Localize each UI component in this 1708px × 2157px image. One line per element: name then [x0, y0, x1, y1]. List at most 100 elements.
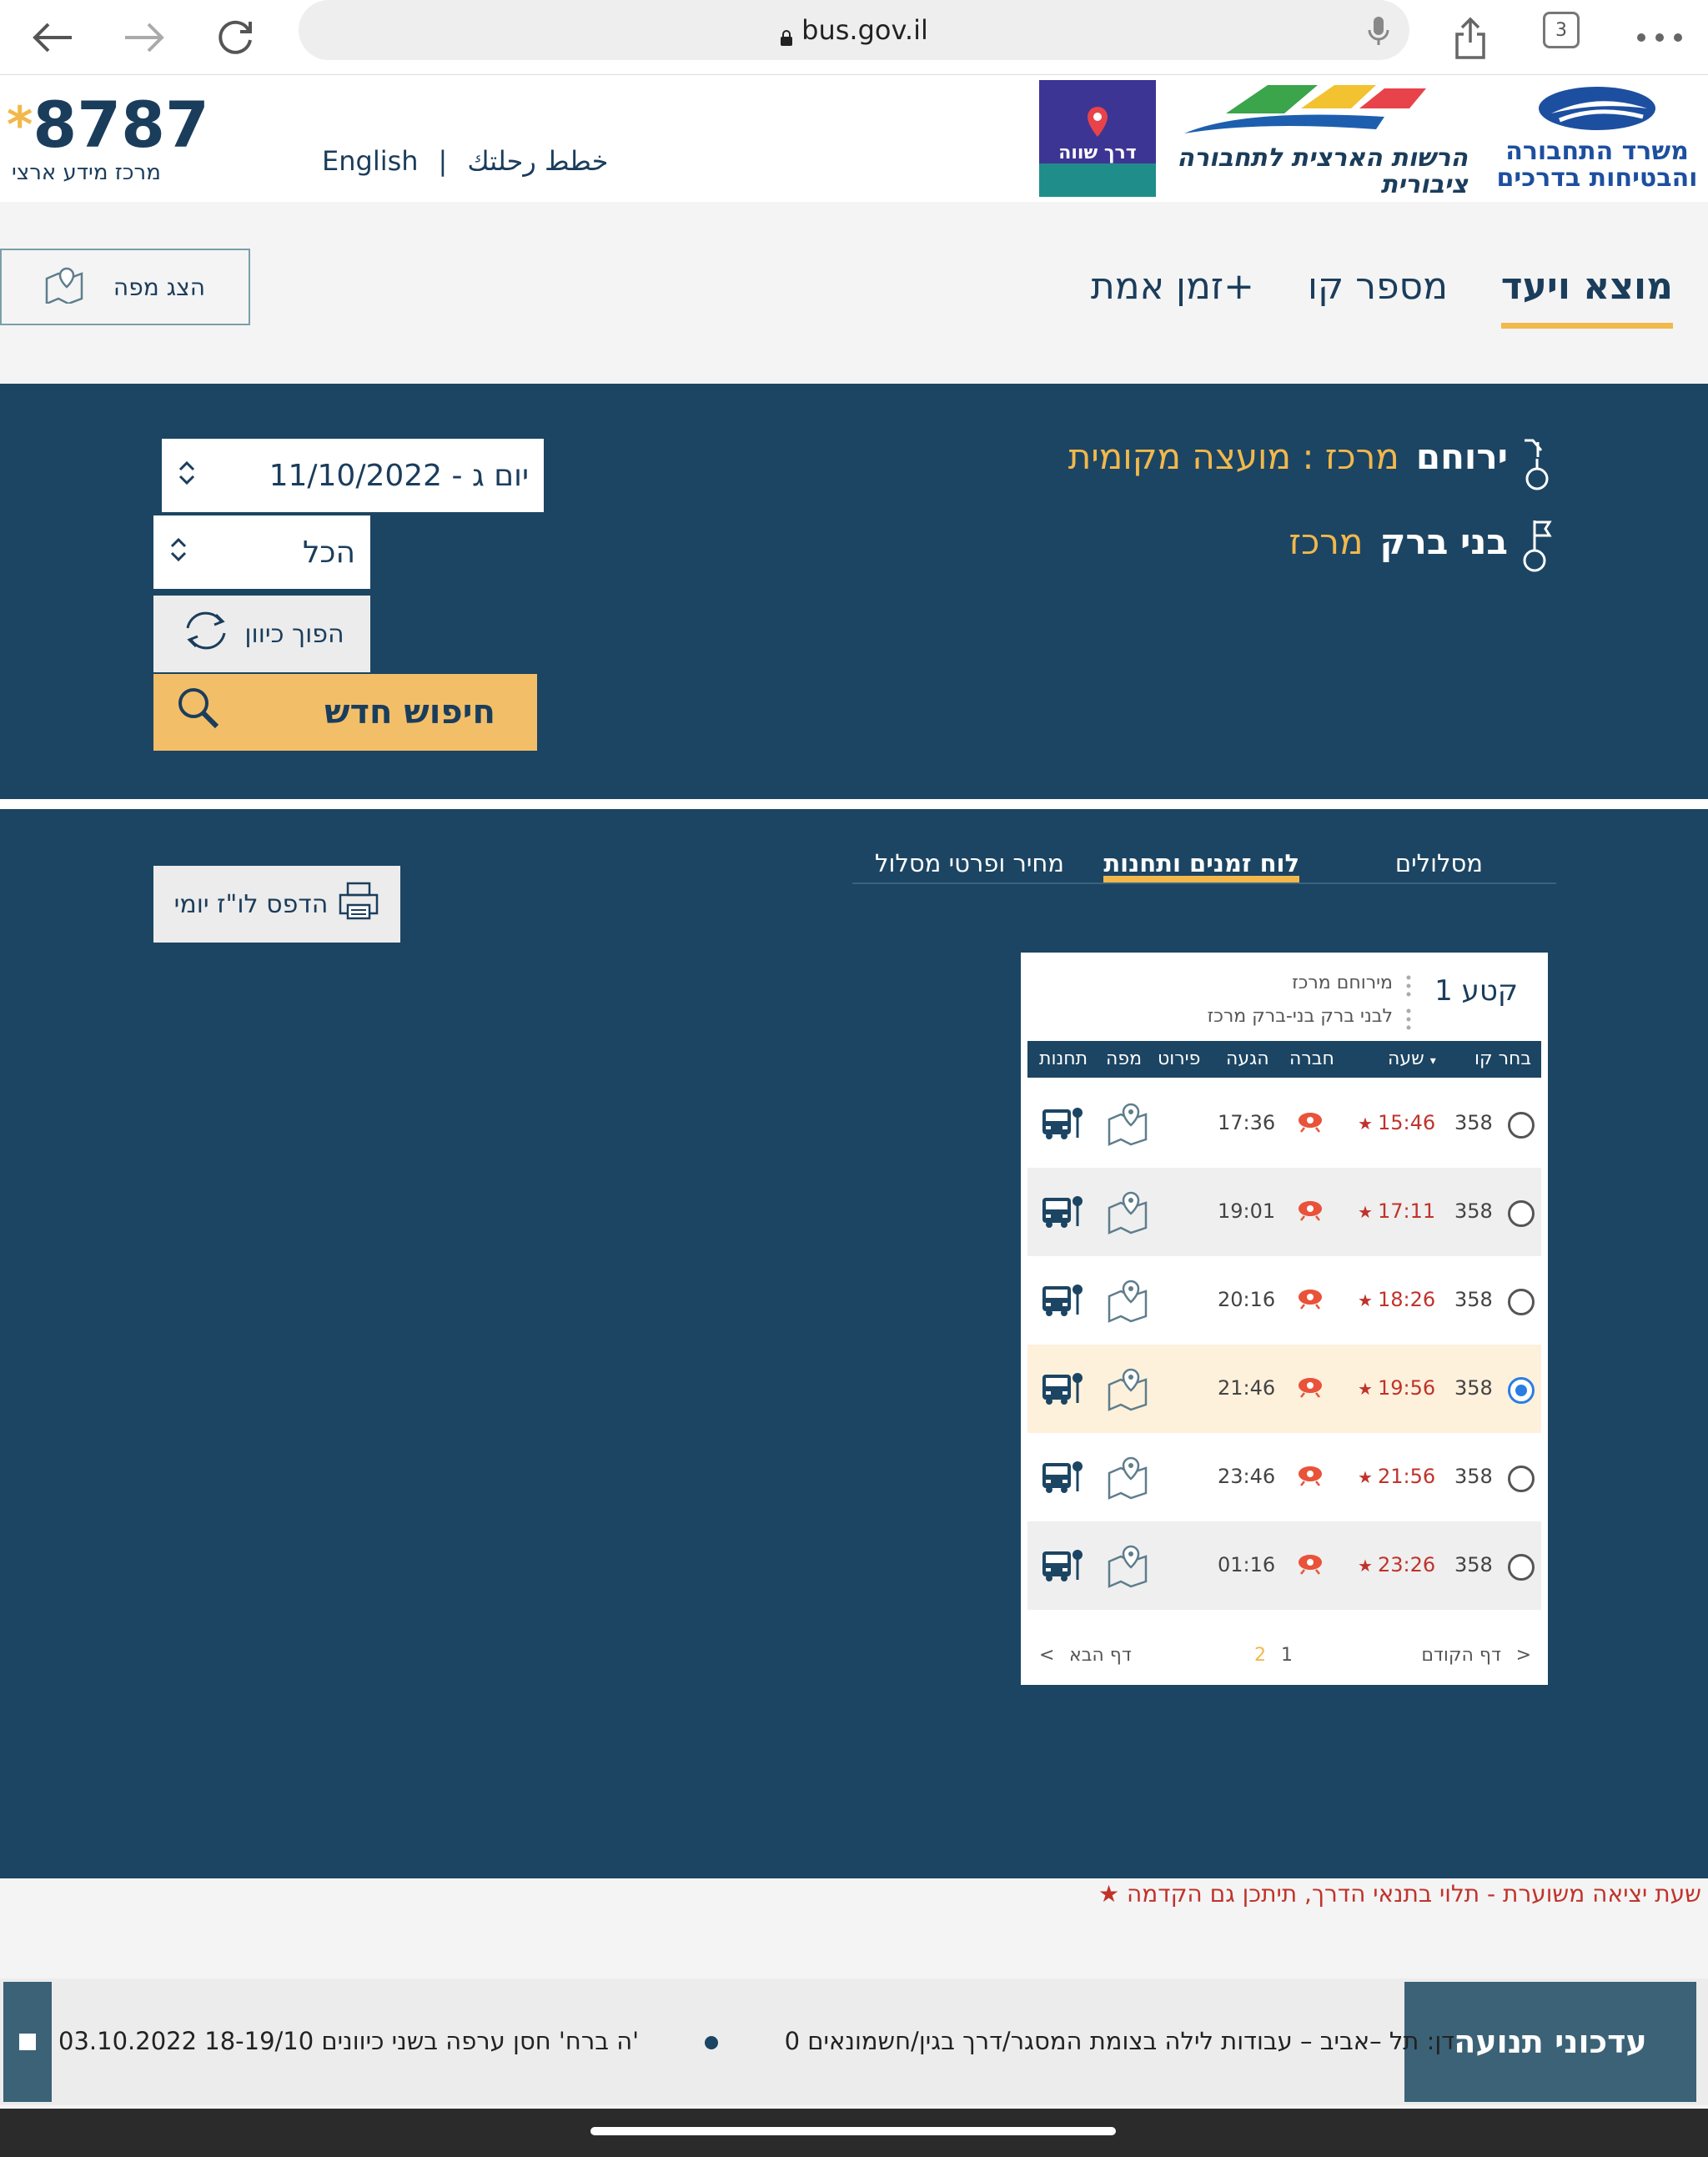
table-row[interactable]: 358 ★ 18:26 20:16 [1027, 1256, 1541, 1345]
ticker-item[interactable]: 'ה ברח' חסן ערפה בשני כיוונים 18-19/10 [204, 2027, 639, 2055]
url-field[interactable]: bus.gov.il [299, 0, 1409, 60]
estimate-star-icon: ★ [1358, 1202, 1373, 1222]
tab-price-details[interactable]: מחיר ופרטי מסלול [875, 849, 1064, 882]
table-row[interactable]: 358 ★ 21:56 23:46 [1027, 1433, 1541, 1521]
next-page-arrow[interactable]: < [1039, 1645, 1054, 1666]
arrival-time: 17:36 [1218, 1111, 1276, 1134]
map-icon[interactable] [1106, 1101, 1151, 1146]
date-value: 11/10/2022 - יום ג [269, 458, 529, 493]
page-2[interactable]: 2 [1254, 1645, 1266, 1666]
origin-row[interactable]: ירוחם מרכז : מועצה מקומית [1068, 427, 1508, 485]
nta-logo[interactable]: הרשות הארצית לתחבורה ציבורית [1176, 83, 1476, 199]
operator-logo-icon [1296, 1286, 1324, 1310]
destination-row[interactable]: בני ברק מרכז [1289, 512, 1508, 571]
hotline[interactable]: *8787 מרכז מידע ארצי [7, 93, 209, 186]
arrival-time: 21:46 [1218, 1376, 1276, 1400]
new-search-button[interactable]: חיפוש חדש [153, 674, 537, 751]
destination-flag-icon [1516, 517, 1558, 576]
bus-stops-icon[interactable] [1041, 1104, 1084, 1143]
results-panel: מסלולים לוח זמנים ותחנות מחיר ופרטי מסלו… [0, 809, 1708, 1878]
line-number: 358 [1454, 1376, 1493, 1400]
bus-stops-icon[interactable] [1041, 1193, 1084, 1231]
arrival-time: 19:01 [1218, 1199, 1276, 1223]
bus-stops-icon[interactable] [1041, 1370, 1084, 1408]
select-line-radio[interactable] [1508, 1466, 1535, 1492]
tab-timetable-stops[interactable]: לוח זמנים ותחנות [1103, 849, 1299, 882]
ministry-logo[interactable]: משרד התחבורה והבטיחות בדרכים [1493, 83, 1701, 196]
operator-logo-icon [1296, 1198, 1324, 1221]
promo-banner[interactable]: דרך שווה [1039, 80, 1156, 197]
page-1[interactable]: 1 [1281, 1645, 1293, 1666]
url-text: bus.gov.il [801, 14, 928, 46]
share-icon[interactable] [1441, 8, 1500, 67]
departure-value: 17:11 [1377, 1199, 1436, 1223]
select-line-radio[interactable] [1508, 1554, 1535, 1581]
departure-time: ★ 18:26 [1358, 1288, 1435, 1311]
legend-text: שעת יציאה משוערת - תלוי בתנאי הדרך, תיתכ… [1126, 1880, 1701, 1908]
print-daily-schedule-button[interactable]: הדפס לו"ז יומי [153, 866, 400, 943]
select-line-radio[interactable] [1508, 1377, 1535, 1404]
microphone-icon[interactable] [1368, 15, 1389, 53]
table-row[interactable]: 358 ★ 17:11 19:01 [1027, 1168, 1541, 1256]
show-map-button[interactable]: הצג מפה [0, 249, 250, 325]
more-icon[interactable] [1626, 8, 1693, 67]
traffic-updates-ticker: עדכוני תנועה 03.10.2022 דן: תל –אביב – ע… [0, 1979, 1708, 2105]
prev-page-arrow[interactable]: > [1516, 1645, 1531, 1666]
hotline-label: מרכז מידע ארצי [12, 160, 161, 185]
operator-logo-icon [1296, 1109, 1324, 1133]
tab-line-number[interactable]: מספר קו [1308, 265, 1448, 308]
departure-time: ★ 19:56 [1358, 1376, 1435, 1400]
bus-stops-icon[interactable] [1041, 1458, 1084, 1496]
date-select[interactable]: 11/10/2022 - יום ג [162, 439, 544, 512]
table-row[interactable]: 358 ★ 23:26 01:16 [1027, 1521, 1541, 1610]
estimate-star-icon: ★ [1358, 1114, 1373, 1134]
origin-icon [1516, 435, 1558, 494]
tabs-button[interactable]: 3 [1543, 12, 1580, 48]
back-arrow-icon[interactable] [23, 8, 82, 67]
printer-icon [338, 882, 379, 927]
tab-routes[interactable]: מסלולים [1395, 849, 1483, 882]
line-number: 358 [1454, 1288, 1493, 1311]
map-icon[interactable] [1106, 1543, 1151, 1588]
col-time[interactable]: שעה ▾ [1388, 1048, 1436, 1069]
departure-value: 19:56 [1377, 1376, 1436, 1400]
schedule-card: קטע 1 מירוחם מרכז לבני ברק בני-ברק מרכז … [1021, 953, 1548, 1685]
tab-realtime[interactable]: זמן אמת+ [1091, 265, 1254, 308]
arabic-link[interactable]: خطط رحلتك [467, 145, 608, 177]
table-row[interactable]: 358 ★ 15:46 17:36 [1027, 1079, 1541, 1168]
swap-direction-button[interactable]: הפוך כיוון [153, 596, 370, 672]
line-number: 358 [1454, 1465, 1493, 1488]
prev-page-link[interactable]: דף הקודם [1421, 1645, 1501, 1666]
pause-ticker-button[interactable] [3, 1982, 52, 2102]
tab-origin-destination[interactable]: מוצא ויעד [1500, 265, 1673, 329]
table-row[interactable]: 358 ★ 19:56 21:46 [1027, 1345, 1541, 1433]
col-stops: תחנות [1039, 1048, 1088, 1069]
results-tabs: מסלולים לוח זמנים ותחנות מחיר ופרטי מסלו… [852, 849, 1556, 884]
col-details: פירוט [1158, 1048, 1201, 1069]
map-icon[interactable] [1106, 1455, 1151, 1500]
departure-time: ★ 21:56 [1358, 1465, 1435, 1488]
estimate-star-icon: ★ [1358, 1556, 1373, 1576]
estimate-star-icon: ★ [1358, 1290, 1373, 1310]
english-link[interactable]: English [322, 145, 419, 177]
hotline-number: 8787 [33, 88, 209, 162]
forward-arrow-icon[interactable] [115, 8, 173, 67]
map-icon[interactable] [1106, 1189, 1151, 1234]
reload-icon[interactable] [207, 8, 265, 67]
time-select[interactable]: הכל [153, 515, 370, 589]
segment-from: מירוחם מרכז [1292, 973, 1393, 993]
select-line-radio[interactable] [1508, 1112, 1535, 1139]
hotline-number-block: *8787 [7, 93, 209, 157]
origin-name: ירוחם [1415, 435, 1508, 477]
col-time-label: שעה [1388, 1048, 1424, 1069]
select-line-radio[interactable] [1508, 1200, 1535, 1227]
next-page-link[interactable]: דף הבא [1069, 1645, 1132, 1666]
select-line-radio[interactable] [1508, 1289, 1535, 1315]
col-map: מפה [1106, 1048, 1143, 1069]
updown-chevron-icon [177, 459, 197, 493]
bus-stops-icon[interactable] [1041, 1281, 1084, 1320]
bus-stops-icon[interactable] [1041, 1546, 1084, 1585]
hotline-star: * [7, 96, 33, 154]
map-icon[interactable] [1106, 1366, 1151, 1411]
map-icon[interactable] [1106, 1278, 1151, 1323]
